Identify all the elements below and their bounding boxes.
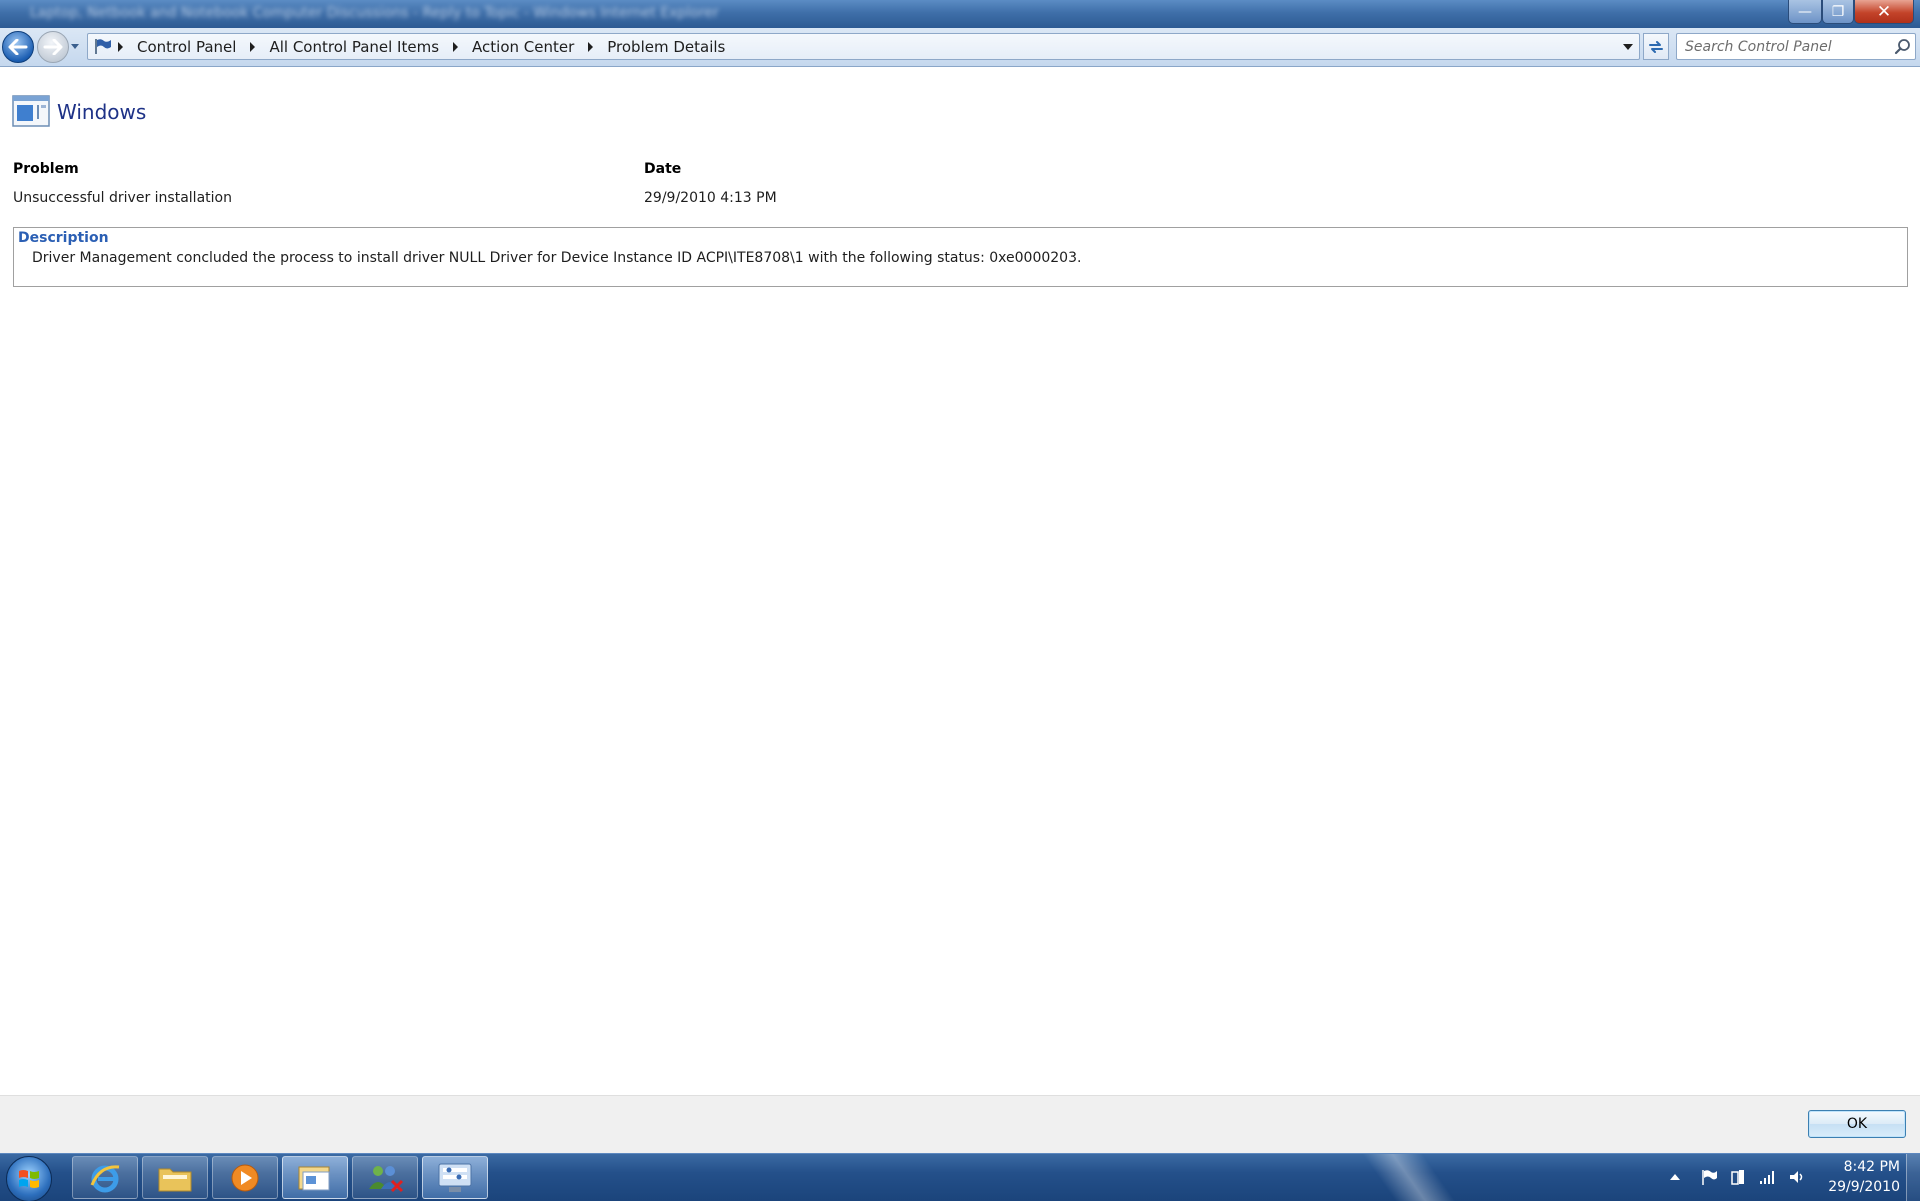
address-bar[interactable]: Control Panel All Control Panel Items Ac…	[87, 33, 1640, 60]
date-value: 29/9/2010 4:13 PM	[644, 190, 777, 206]
window-title-bar[interactable]: Laptop, Netbook and Notebook Computer Di…	[0, 0, 1920, 28]
taskbar-network-users[interactable]	[352, 1156, 418, 1199]
ok-button[interactable]: OK	[1808, 1110, 1906, 1138]
breadcrumb-action-center[interactable]: Action Center	[470, 38, 576, 56]
description-text: Driver Management concluded the process …	[32, 250, 1082, 266]
forward-button[interactable]	[37, 31, 69, 63]
arrow-left-icon	[8, 39, 28, 55]
windows-window-icon	[12, 95, 50, 127]
start-button[interactable]	[6, 1156, 52, 1201]
network-signal-icon[interactable]	[1758, 1168, 1776, 1186]
refresh-icon	[1649, 40, 1663, 53]
search-box[interactable]	[1676, 33, 1916, 60]
breadcrumb-separator-icon[interactable]	[118, 41, 123, 52]
users-icon	[369, 1165, 404, 1192]
search-input[interactable]	[1677, 34, 1883, 59]
date-column-header: Date	[644, 161, 682, 177]
control-panel-icon	[438, 1163, 472, 1192]
breadcrumb-control-panel[interactable]: Control Panel	[135, 38, 238, 56]
show-hidden-icons-icon[interactable]	[1670, 1174, 1680, 1180]
taskbar-control-panel[interactable]	[422, 1156, 488, 1199]
taskbar-explorer-window[interactable]	[282, 1156, 348, 1199]
taskbar-media-player[interactable]	[212, 1156, 278, 1199]
close-button[interactable]: ✕	[1854, 0, 1914, 24]
clock-date[interactable]: 29/9/2010	[1800, 1179, 1900, 1195]
description-label: Description	[18, 230, 109, 246]
recent-pages-dropdown-icon[interactable]	[71, 41, 79, 51]
breadcrumb-separator-icon[interactable]	[250, 41, 256, 52]
breadcrumb-problem-details[interactable]: Problem Details	[605, 38, 727, 56]
taskbar-glow	[1348, 1154, 1472, 1201]
refresh-button[interactable]	[1643, 33, 1669, 60]
breadcrumb-separator-icon[interactable]	[588, 41, 594, 52]
taskbar-windows-explorer[interactable]	[142, 1156, 208, 1199]
explorer-window-icon	[298, 1166, 330, 1190]
taskbar-internet-explorer[interactable]	[72, 1156, 138, 1199]
ie-icon	[90, 1164, 120, 1192]
taskbar: 8:42 PM 29/9/2010	[0, 1153, 1920, 1201]
minimize-icon: —	[1798, 3, 1812, 20]
arrow-right-icon	[43, 39, 63, 55]
power-plug-icon[interactable]	[1729, 1168, 1747, 1186]
page-title: Windows	[57, 100, 147, 124]
show-desktop-button[interactable]	[1906, 1154, 1920, 1201]
back-button[interactable]	[2, 31, 34, 63]
search-icon[interactable]	[1894, 38, 1911, 55]
action-center-flag-icon[interactable]	[1700, 1168, 1718, 1186]
breadcrumb: Control Panel All Control Panel Items Ac…	[106, 34, 727, 59]
minimize-button[interactable]: —	[1788, 0, 1822, 24]
problem-value: Unsuccessful driver installation	[13, 190, 232, 206]
restore-button[interactable]: ❐	[1822, 0, 1854, 24]
close-icon: ✕	[1876, 1, 1892, 22]
navigation-bar: Control Panel All Control Panel Items Ac…	[0, 28, 1920, 67]
problem-column-header: Problem	[13, 161, 79, 177]
breadcrumb-separator-icon[interactable]	[453, 41, 459, 52]
address-dropdown-icon[interactable]	[1623, 44, 1633, 50]
clock-time[interactable]: 8:42 PM	[1820, 1159, 1900, 1175]
breadcrumb-all-control-panel-items[interactable]: All Control Panel Items	[267, 38, 441, 56]
windows-logo-icon	[19, 1170, 39, 1188]
dialog-footer: OK	[0, 1095, 1920, 1154]
restore-icon: ❐	[1831, 3, 1845, 20]
folder-icon	[158, 1168, 192, 1191]
media-player-icon	[231, 1164, 259, 1191]
window-title: Laptop, Netbook and Notebook Computer Di…	[30, 5, 719, 21]
description-panel: Description Driver Management concluded …	[13, 227, 1908, 287]
